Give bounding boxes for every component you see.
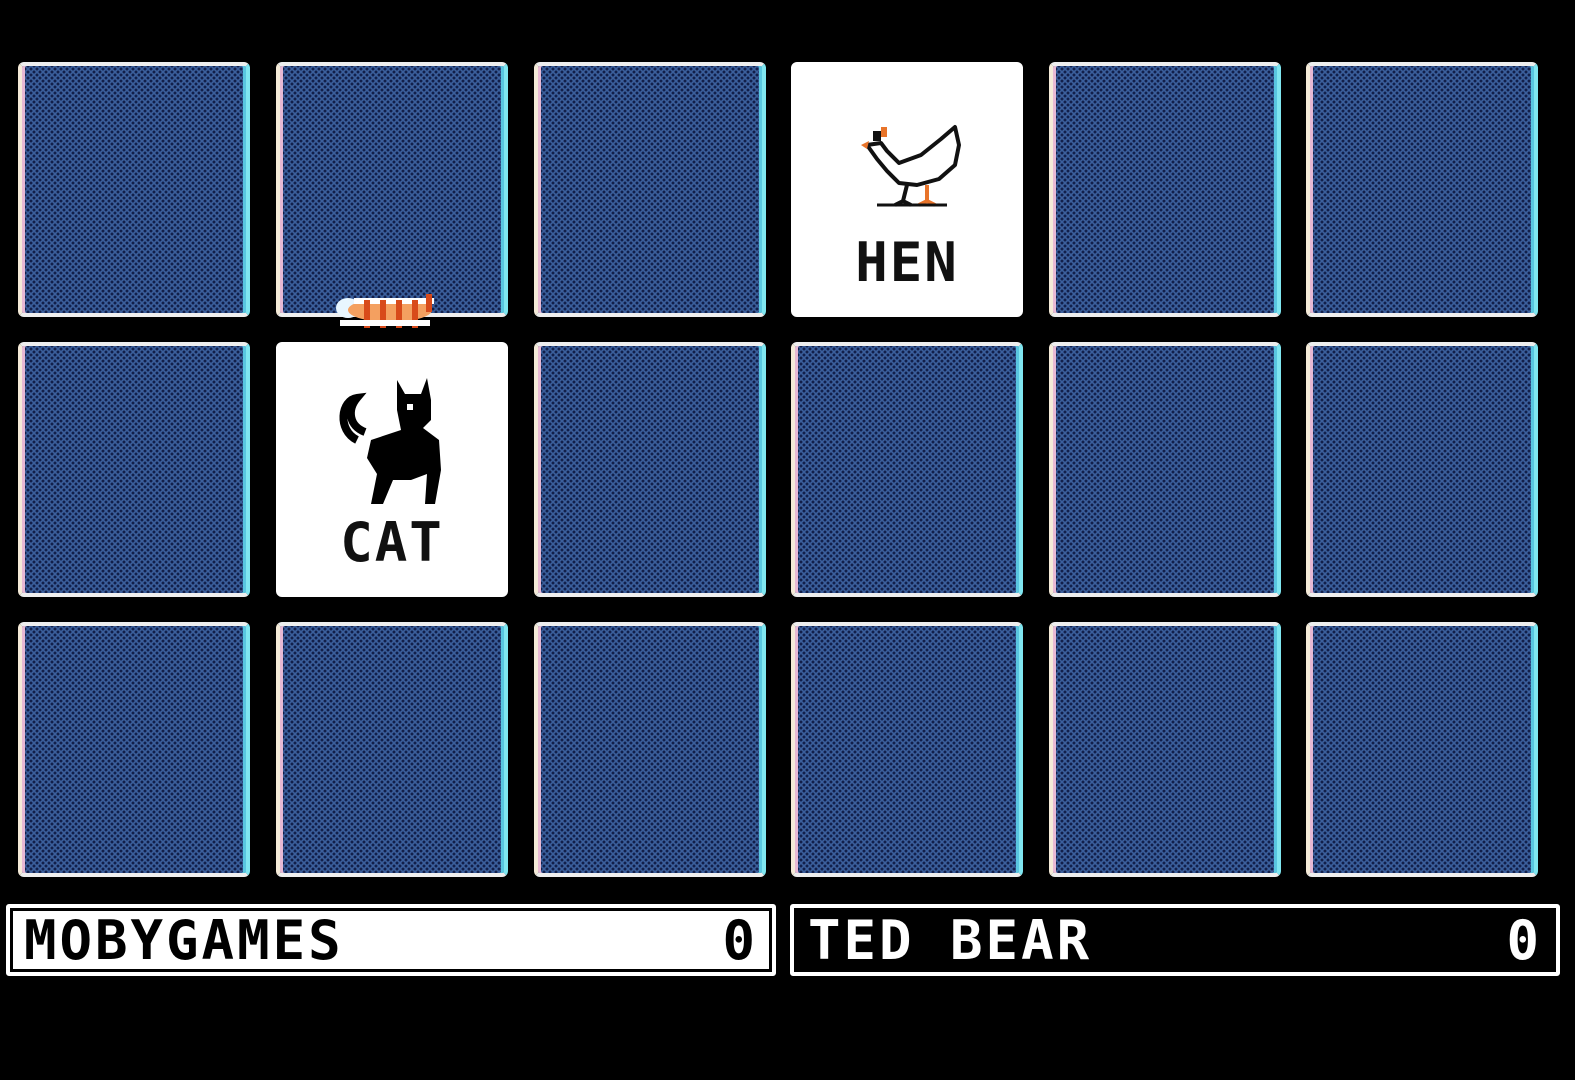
card-face-down[interactable] bbox=[534, 62, 766, 317]
card-hen[interactable]: HEN bbox=[791, 62, 1023, 317]
card-face-down[interactable] bbox=[791, 342, 1023, 597]
card-face-down[interactable] bbox=[1049, 622, 1281, 877]
game-screen: HEN CAT MOBYGAMES 0 TED BEAR 0 bbox=[0, 0, 1575, 1080]
hen-icon bbox=[794, 85, 1020, 235]
card-face-down[interactable] bbox=[18, 342, 250, 597]
card-face-down[interactable] bbox=[534, 622, 766, 877]
card-face-down[interactable] bbox=[534, 342, 766, 597]
card-face-down[interactable] bbox=[276, 622, 508, 877]
striped-cat-cursor-icon bbox=[330, 290, 440, 336]
player-1-score-panel: MOBYGAMES 0 bbox=[6, 904, 776, 976]
card-face-down[interactable] bbox=[18, 622, 250, 877]
card-face-down[interactable] bbox=[18, 62, 250, 317]
card-face-down[interactable] bbox=[1306, 622, 1538, 877]
card-face-down[interactable] bbox=[791, 622, 1023, 877]
card-face-down[interactable] bbox=[1306, 342, 1538, 597]
player-2-score-panel: TED BEAR 0 bbox=[790, 904, 1560, 976]
card-label: CAT bbox=[340, 511, 444, 574]
card-face-down[interactable] bbox=[1049, 62, 1281, 317]
cat-icon bbox=[279, 365, 505, 515]
player-1-score: 0 bbox=[722, 908, 758, 972]
player-2-score: 0 bbox=[1506, 908, 1542, 972]
card-face-down[interactable] bbox=[276, 62, 508, 317]
card-label: HEN bbox=[855, 231, 959, 294]
card-face-down[interactable] bbox=[1306, 62, 1538, 317]
player-1-name: MOBYGAMES bbox=[24, 908, 344, 972]
player-2-name: TED BEAR bbox=[808, 908, 1093, 972]
card-cat[interactable]: CAT bbox=[276, 342, 508, 597]
card-face-down[interactable] bbox=[1049, 342, 1281, 597]
